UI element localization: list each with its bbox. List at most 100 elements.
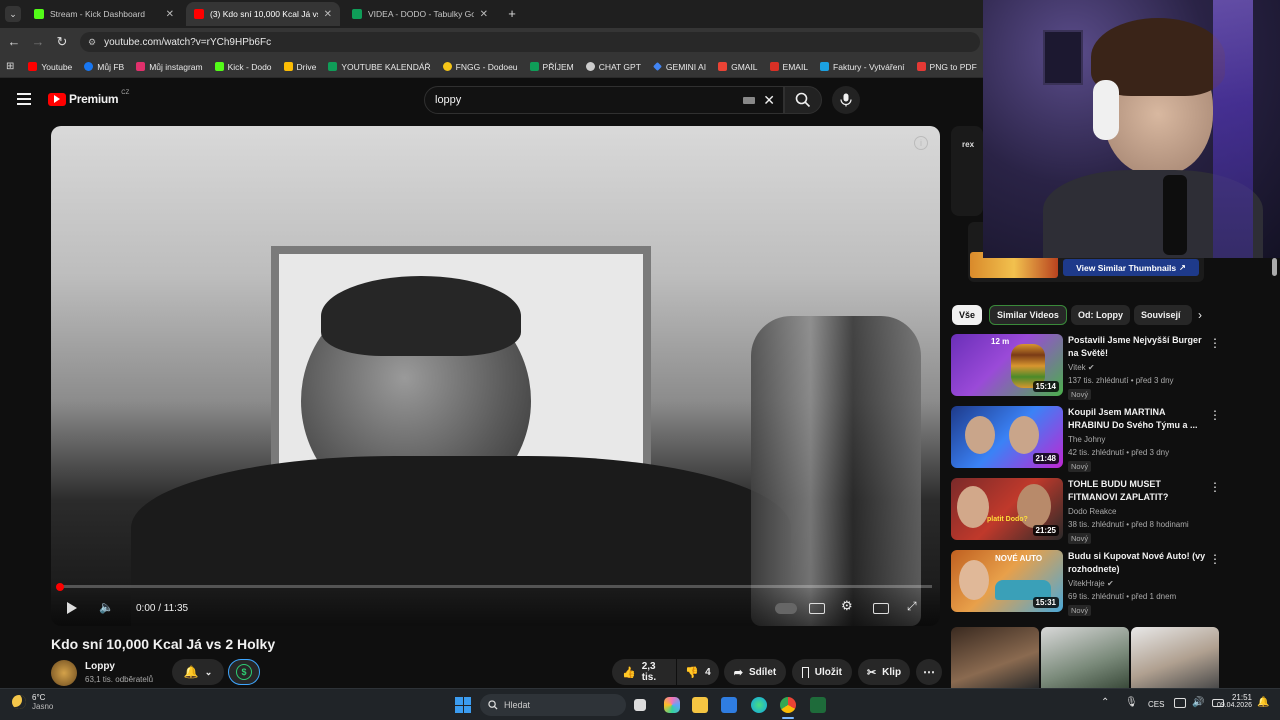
view-similar-thumbnails-button[interactable]: View Similar Thumbnails ↗	[1063, 259, 1199, 276]
settings-icon[interactable]: ⚙	[841, 598, 853, 614]
channel-avatar[interactable]	[51, 660, 77, 686]
like-button[interactable]: 👍 2,3 tis.	[612, 659, 676, 685]
shorts-thumbnail[interactable]	[951, 627, 1039, 688]
apps-icon[interactable]: ⊞	[6, 61, 14, 72]
tray-expand-icon[interactable]: ⌃	[1101, 697, 1109, 708]
file-explorer-icon[interactable]	[692, 697, 708, 713]
browser-tab-youtube[interactable]: (3) Kdo sní 10,000 Kcal Já vs 2 H ✕	[186, 2, 340, 26]
more-actions-button[interactable]: ⋯	[916, 659, 942, 685]
save-button[interactable]: Uložit	[792, 659, 852, 685]
edge-icon[interactable]	[751, 697, 767, 713]
chip-all[interactable]: Vše	[952, 305, 983, 325]
video-thumbnail[interactable]: 21:48	[951, 406, 1063, 468]
page-scrollbar[interactable]	[1272, 258, 1277, 276]
dislike-button[interactable]: 👎 4	[677, 659, 719, 685]
fullscreen-icon[interactable]: ⤢	[907, 599, 917, 614]
more-vert-icon[interactable]: ⋮	[1209, 480, 1221, 494]
taskbar-search-input[interactable]: Hledat	[480, 694, 626, 716]
clear-search-icon[interactable]: ✕	[763, 92, 775, 109]
bookmark-png-to-pdf[interactable]: PNG to PDF	[911, 62, 983, 72]
outlook-icon[interactable]	[721, 697, 737, 713]
share-button[interactable]: ➦ Sdílet	[724, 659, 786, 685]
notification-bell-button[interactable]: 🔔 ⌄	[172, 659, 224, 685]
browser-tab-kick[interactable]: Stream - Kick Dashboard ✕	[26, 2, 182, 26]
channel-name[interactable]: The Johny	[1068, 435, 1105, 444]
video-title-link[interactable]: Budu si Kupovat Nové Auto! (vy rozhodnet…	[1068, 550, 1208, 576]
video-thumbnail[interactable]: NOVÉ AUTO 15:31	[951, 550, 1063, 612]
language-indicator[interactable]: CES	[1148, 700, 1164, 709]
thanks-button[interactable]: $	[228, 659, 260, 685]
reload-button[interactable]: ↻	[54, 34, 70, 50]
volume-tray-icon[interactable]: 🔊	[1192, 697, 1204, 708]
copilot-icon[interactable]	[664, 697, 680, 713]
list-item[interactable]: platit Dodo? 21:25 TOHLE BUDU MUSET FITM…	[951, 478, 1221, 544]
youtube-logo[interactable]: Premium CZ	[48, 90, 129, 106]
network-icon[interactable]	[1174, 698, 1186, 708]
clip-button[interactable]: ✂ Klip	[858, 659, 910, 685]
tab-search-button[interactable]: ⌄	[5, 6, 21, 22]
bookmark-kick[interactable]: Kick - Dodo	[209, 62, 278, 72]
volume-icon[interactable]: 🔈	[99, 600, 114, 614]
chip-related[interactable]: Souvisejí	[1134, 305, 1192, 325]
clock[interactable]: 21:51 09.04.2026	[1217, 693, 1252, 709]
chevron-right-icon[interactable]: ›	[1198, 308, 1202, 322]
subtitles-icon[interactable]	[809, 603, 825, 614]
bookmark-email[interactable]: EMAIL	[764, 62, 815, 72]
video-title-link[interactable]: Postavili Jsme Nejvyšší Burger na Světě!	[1068, 334, 1208, 360]
menu-icon[interactable]	[17, 93, 31, 105]
url-field[interactable]: ⚙ youtube.com/watch?v=rYCh9HPb6Fc	[80, 32, 980, 52]
search-input[interactable]: loppy ✕	[424, 86, 784, 114]
weather-widget[interactable]: 6°C Jasno	[12, 693, 53, 711]
browser-tab-sheets[interactable]: VIDEA - DODO - Tabulky Googl ✕	[344, 2, 496, 26]
play-button[interactable]	[67, 602, 77, 614]
bookmark-faktury[interactable]: Faktury - Vytváření	[814, 62, 910, 72]
bookmark-drive[interactable]: Drive	[278, 62, 323, 72]
list-item[interactable]: 21:48 Koupil Jsem MARTINA HRABINU Do Své…	[951, 406, 1221, 472]
ad-card[interactable]: rex	[951, 126, 983, 216]
bookmark-gemini[interactable]: GEMINI AI	[647, 62, 712, 72]
video-thumbnail[interactable]: platit Dodo? 21:25	[951, 478, 1063, 540]
channel-name[interactable]: Dodo Reakce	[1068, 507, 1116, 516]
bookmark-youtube-calendar[interactable]: YOUTUBE KALENDÁŘ	[322, 62, 436, 72]
shorts-thumbnail[interactable]	[1041, 627, 1129, 688]
search-button[interactable]	[784, 86, 822, 114]
keyboard-icon[interactable]	[743, 96, 756, 104]
list-item[interactable]: 12 m 15:14 Postavili Jsme Nejvyšší Burge…	[951, 334, 1221, 400]
list-item[interactable]: NOVÉ AUTO 15:31 Budu si Kupovat Nové Aut…	[951, 550, 1221, 616]
terminal-icon[interactable]	[810, 697, 826, 713]
new-tab-button[interactable]: +	[504, 6, 520, 22]
chrome-icon[interactable]	[780, 697, 796, 713]
close-icon[interactable]: ✕	[324, 9, 332, 20]
chip-similar-videos[interactable]: Similar Videos	[989, 305, 1067, 325]
bookmark-facebook[interactable]: Můj FB	[78, 62, 130, 72]
video-player[interactable]: i 🔈 0:00 / 11:35 ⚙ ⤢	[51, 126, 940, 626]
channel-name[interactable]: Vitek ✔	[1068, 363, 1095, 372]
forward-button[interactable]: →	[30, 34, 46, 50]
video-title-link[interactable]: Koupil Jsem MARTINA HRABINU Do Svého Tým…	[1068, 406, 1208, 432]
microphone-tray-icon[interactable]: 🎙	[1125, 697, 1138, 708]
notification-bell-icon[interactable]: 🔔	[1257, 697, 1269, 708]
video-title-link[interactable]: TOHLE BUDU MUSET FITMANOVI ZAPLATIT?	[1068, 478, 1208, 504]
bookmark-instagram[interactable]: Můj instagram	[130, 62, 208, 72]
autoplay-toggle[interactable]	[775, 603, 797, 614]
close-icon[interactable]: ✕	[166, 9, 174, 20]
channel-name[interactable]: VitekHraje ✔	[1068, 579, 1114, 588]
miniplayer-icon[interactable]	[873, 603, 889, 614]
windows-start-button[interactable]	[455, 697, 471, 713]
voice-search-button[interactable]	[832, 86, 860, 114]
shorts-thumbnail[interactable]	[1131, 627, 1219, 688]
progress-bar[interactable]	[59, 585, 932, 588]
more-vert-icon[interactable]: ⋮	[1209, 408, 1221, 422]
bookmark-prijem[interactable]: PŘÍJEM	[524, 62, 580, 72]
more-vert-icon[interactable]: ⋮	[1209, 552, 1221, 566]
back-button[interactable]: ←	[6, 34, 22, 50]
video-info-icon[interactable]: i	[914, 136, 928, 150]
bookmark-chatgpt[interactable]: CHAT GPT	[580, 62, 647, 72]
bookmark-youtube[interactable]: Youtube	[22, 62, 78, 72]
chip-from-channel[interactable]: Od: Loppy	[1071, 305, 1130, 325]
bookmark-fngg[interactable]: FNGG - Dodoeu	[437, 62, 524, 72]
channel-name[interactable]: Loppy	[85, 661, 115, 672]
progress-scrubber[interactable]	[56, 583, 64, 591]
video-thumbnail[interactable]: 12 m 15:14	[951, 334, 1063, 396]
bookmark-gmail[interactable]: GMAIL	[712, 62, 763, 72]
